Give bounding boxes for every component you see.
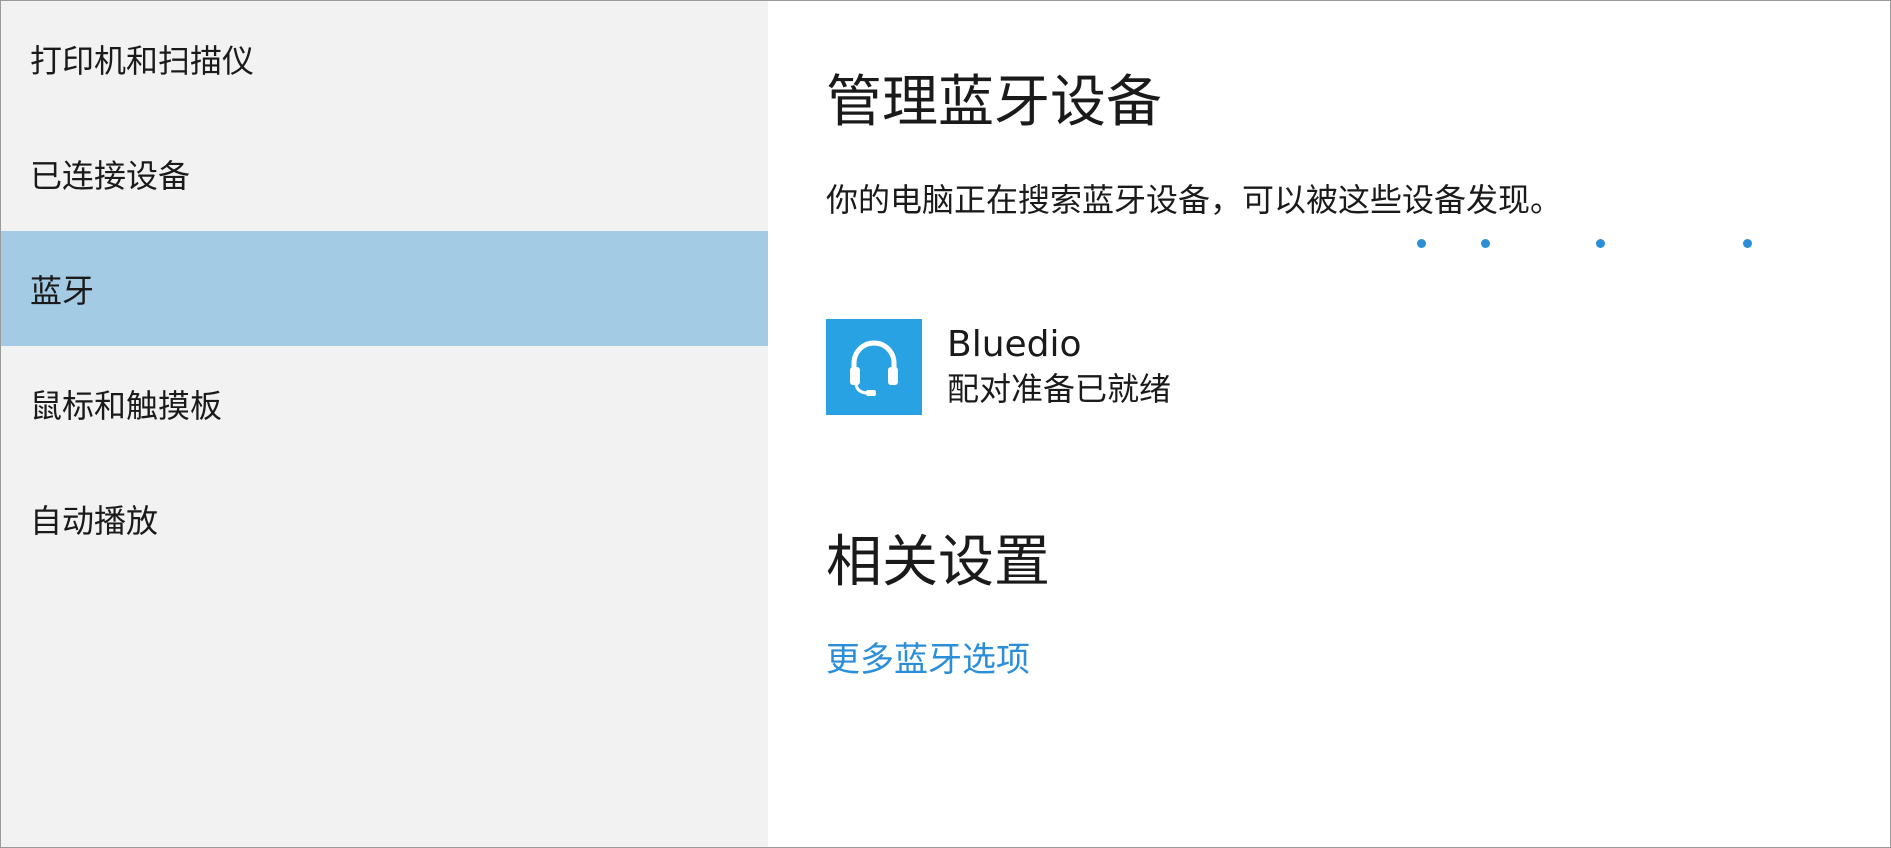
progress-dot	[1481, 239, 1490, 248]
sidebar-item-connected-devices[interactable]: 已连接设备	[1, 116, 768, 231]
headset-icon	[826, 319, 922, 415]
search-status-text: 你的电脑正在搜索蓝牙设备，可以被这些设备发现。	[826, 181, 1563, 219]
sidebar-item-mouse-touchpad[interactable]: 鼠标和触摸板	[1, 346, 768, 461]
sidebar-item-label: 鼠标和触摸板	[30, 386, 223, 425]
main-panel: 管理蓝牙设备 你的电脑正在搜索蓝牙设备，可以被这些设备发现。 Bluedio 配…	[768, 1, 1890, 847]
device-status: 配对准备已就绪	[947, 370, 1172, 408]
sidebar-item-label: 已连接设备	[30, 156, 191, 195]
more-bluetooth-options-link[interactable]: 更多蓝牙选项	[826, 632, 1030, 681]
page-title: 管理蓝牙设备	[826, 70, 1162, 135]
sidebar-item-label: 蓝牙	[30, 271, 95, 310]
sidebar-item-printers-scanners[interactable]: 打印机和扫描仪	[1, 1, 768, 116]
sidebar: 打印机和扫描仪 已连接设备 蓝牙 鼠标和触摸板 自动播放	[1, 1, 768, 847]
sidebar-item-autoplay[interactable]: 自动播放	[1, 461, 768, 576]
sidebar-item-label: 打印机和扫描仪	[30, 41, 255, 80]
progress-dot	[1743, 239, 1752, 248]
device-name: Bluedio	[947, 324, 1082, 365]
sidebar-item-label: 自动播放	[30, 501, 159, 540]
progress-dot	[1417, 239, 1426, 248]
device-item-bluedio[interactable]: Bluedio 配对准备已就绪	[826, 319, 1171, 415]
settings-window: 打印机和扫描仪 已连接设备 蓝牙 鼠标和触摸板 自动播放 管理蓝牙设备 你的电脑…	[0, 0, 1891, 848]
progress-dot	[1596, 239, 1605, 248]
related-settings-title: 相关设置	[826, 530, 1050, 595]
sidebar-item-bluetooth[interactable]: 蓝牙	[1, 231, 768, 346]
